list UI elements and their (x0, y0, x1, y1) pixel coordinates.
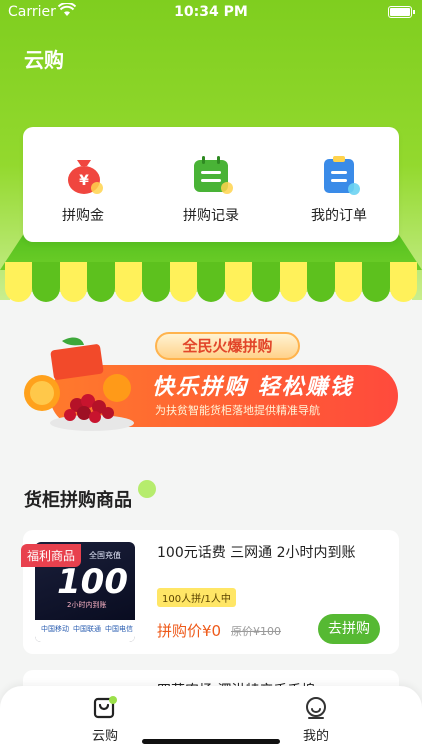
group-size-badge: 100人拼/1人中 (157, 588, 236, 607)
product-title: 100元话费 三网通 2小时内到账 (157, 545, 356, 561)
tab-yungou[interactable]: 云购 (75, 694, 135, 748)
carrier-logo: 中国电信 (105, 625, 133, 633)
group-buy-button[interactable]: 去拼购 (318, 614, 380, 644)
clipboard-order-icon (324, 156, 360, 195)
home-indicator (142, 739, 280, 744)
welfare-tag: 福利商品 (21, 544, 82, 567)
quick-action-label: 我的订单 (311, 208, 367, 224)
section-decor-dot (138, 480, 156, 498)
group-price: 拼购价¥0 (157, 622, 222, 640)
awning-stripes (5, 262, 418, 302)
calendar-record-icon (194, 156, 233, 194)
money-bag-icon: ¥ (68, 160, 103, 194)
quick-actions-card: ¥ 拼购金 拼购记录 我的订单 (23, 127, 399, 242)
section-title: 货柜拼购商品 (24, 490, 132, 511)
product-image-value: 100 (57, 562, 128, 602)
tab-mine[interactable]: 我的 (286, 694, 346, 748)
quick-action-pingou-gold[interactable]: ¥ 拼购金 (23, 127, 143, 242)
carrier-logo: 中国联通 (73, 625, 101, 633)
original-price: 原价¥100 (231, 625, 281, 638)
svg-text:¥: ¥ (79, 173, 89, 189)
promo-banner[interactable]: 全民火爆拼购 快乐拼购 轻松赚钱 为扶贫智能货柜落地提供精准导航 (22, 325, 402, 440)
tab-label: 我的 (302, 729, 329, 744)
carrier-logo: 中国移动 (41, 625, 69, 633)
quick-action-label: 拼购记录 (183, 208, 239, 224)
product-image-caption: 全国充值 (89, 551, 121, 560)
quick-action-label: 拼购金 (62, 208, 104, 224)
fruit-illustration-icon (24, 337, 134, 431)
banner-tag: 全民火爆拼购 (155, 332, 300, 360)
tab-label: 云购 (91, 729, 118, 744)
battery-icon (388, 6, 415, 18)
banner-subline: 为扶贫智能货柜落地提供精准导航 (155, 404, 320, 417)
status-bar: Carrier 10:34 PM (0, 0, 422, 26)
profile-face-icon (306, 697, 326, 719)
quick-action-orders[interactable]: 我的订单 (279, 127, 399, 242)
status-time: 10:34 PM (174, 4, 248, 20)
product-image-sub: 2小时内到账 (67, 601, 107, 609)
shopping-bag-icon (93, 696, 117, 719)
quick-action-records[interactable]: 拼购记录 (151, 127, 271, 242)
page-title: 云购 (24, 48, 64, 72)
banner-headline: 快乐拼购 轻松赚钱 (152, 375, 354, 400)
product-card[interactable]: 全国充值 100 2小时内到账 中国移动 中国联通 中国电信 福利商品 100元… (21, 530, 399, 654)
